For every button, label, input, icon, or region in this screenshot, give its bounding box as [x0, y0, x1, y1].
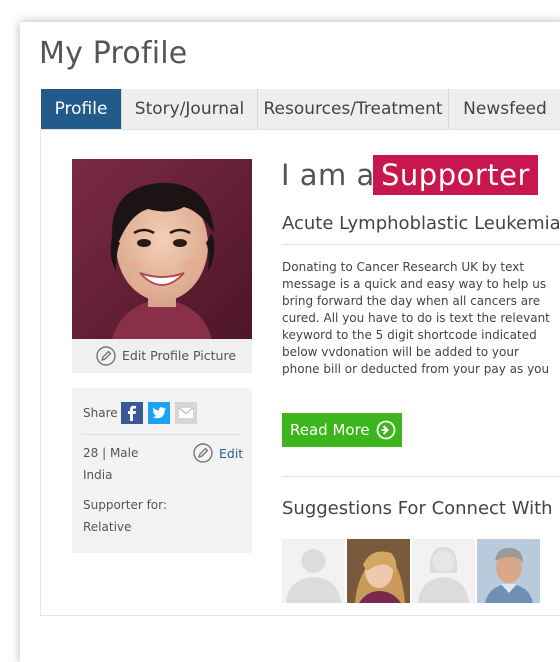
- suggestion-photo-woman[interactable]: [347, 539, 410, 603]
- user-silhouette-icon: [286, 549, 341, 603]
- edit-profile-picture-button[interactable]: Edit Profile Picture: [72, 339, 252, 373]
- description-line: below vvdonation will be added to your: [282, 345, 519, 359]
- description-line: cured. All you have to do is text the re…: [282, 311, 550, 325]
- avatar-photo: [72, 159, 252, 339]
- pencil-icon: [96, 346, 116, 366]
- read-more-label: Read More: [290, 421, 370, 439]
- suggestion-photo: [347, 539, 410, 603]
- suggestion-placeholder-female[interactable]: [412, 539, 475, 603]
- tab-resources-treatment[interactable]: Resources/Treatment: [258, 89, 448, 129]
- tab-bar: Profile Story/Journal Resources/Treatmen…: [41, 89, 560, 130]
- relation: Relative: [83, 520, 132, 534]
- tab-story-journal[interactable]: Story/Journal: [122, 89, 257, 129]
- description: Donating to Cancer Research UK by text m…: [282, 259, 560, 378]
- supporter-for-label: Supporter for:: [83, 498, 167, 512]
- section-divider: [282, 244, 560, 245]
- country: India: [83, 468, 113, 482]
- edit-profile-picture-label: Edit Profile Picture: [122, 348, 237, 363]
- condition-title: Acute Lymphoblastic Leukemia: [282, 213, 560, 234]
- suggestions-list: [282, 539, 560, 603]
- suggestion-placeholder-male[interactable]: [282, 539, 345, 603]
- description-line: message is a quick and easy way to help …: [282, 277, 547, 291]
- section-divider: [282, 476, 560, 477]
- description-line: phone bill or deducted from your pay as …: [282, 362, 550, 376]
- description-line: bring forward the day when all cancers a…: [282, 294, 541, 308]
- suggestion-photo: [477, 539, 540, 603]
- tab-profile[interactable]: Profile: [41, 89, 121, 129]
- email-icon[interactable]: [175, 402, 197, 424]
- suggestion-photo-man[interactable]: [477, 539, 540, 603]
- facebook-icon[interactable]: [121, 402, 143, 424]
- profile-content: Edit Profile Picture Share 28 | Male Ind…: [40, 129, 560, 616]
- description-line: Donating to Cancer Research UK by text: [282, 260, 525, 274]
- description-line: keyword to the 5 digit shortcode indicat…: [282, 328, 537, 342]
- tab-newsfeed[interactable]: Newsfeed: [449, 89, 560, 129]
- share-label: Share: [83, 406, 118, 420]
- suggestions-title: Suggestions For Connect With: [282, 498, 553, 519]
- profile-info-box: Share 28 | Male India Edit Supporter for…: [72, 388, 252, 553]
- read-more-button[interactable]: Read More: [282, 413, 402, 447]
- edit-label: Edit: [219, 446, 244, 461]
- page-title: My Profile: [39, 36, 188, 71]
- user-silhouette-icon: [418, 547, 469, 603]
- role-badge: Supporter: [373, 155, 538, 195]
- role-prefix: I am a: [281, 158, 375, 192]
- arrow-right-circle-icon: [376, 420, 396, 440]
- avatar: [72, 159, 252, 339]
- info-divider: [82, 434, 242, 435]
- twitter-icon[interactable]: [148, 402, 170, 424]
- pencil-icon: [193, 443, 213, 463]
- profile-page: My Profile Profile Story/Journal Resourc…: [20, 22, 560, 662]
- age-gender: 28 | Male: [83, 446, 139, 460]
